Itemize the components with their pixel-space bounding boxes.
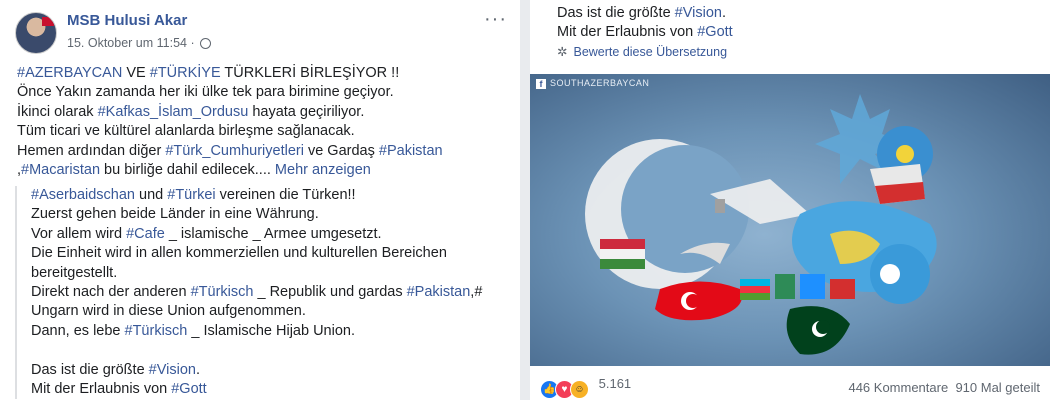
- text-segment: _ Republik und gardas: [253, 284, 407, 301]
- text-line: ,#Macaristan bu birliğe dahil edilecek..…: [17, 161, 512, 180]
- reaction-count[interactable]: 5.161: [599, 376, 632, 391]
- hashtag-link[interactable]: #Türkisch: [125, 323, 188, 339]
- text-line: Zuerst gehen beide Länder in eine Währun…: [31, 205, 521, 224]
- see-more-link[interactable]: Mehr anzeigen: [275, 162, 371, 178]
- post-right-panel: Das ist die größte #Vision. Mit der Erlau…: [530, 0, 1050, 400]
- post-image-map[interactable]: f SOUTHAZERBAYCAN: [530, 74, 1050, 366]
- reactions-summary[interactable]: 👍 ♥ ☺ 5.161: [540, 376, 631, 399]
- text-line: Vor allem wird #Cafe _ islamische _ Arme…: [31, 225, 521, 244]
- text-line: #AZERBAYCAN VE #TÜRKİYE TÜRKLERİ BİRLEŞİ…: [17, 64, 512, 83]
- text-segment: TÜRKLERİ BİRLEŞİYOR !!: [220, 65, 400, 81]
- hashtag-link[interactable]: #Macaristan: [21, 162, 100, 178]
- text-segment: Önce Yakın zamanda her iki ülke tek para…: [17, 84, 394, 101]
- panel-divider: [520, 0, 530, 400]
- translation-body: #Aserbaidschan und #Türkei vereinen die …: [15, 186, 521, 400]
- text-line: [31, 341, 521, 360]
- hashtag-link[interactable]: #Gott: [697, 24, 732, 40]
- text-segment: Dann, es lebe: [31, 322, 125, 339]
- text-segment: Vor allem wird: [31, 225, 127, 242]
- gear-icon: ✲: [557, 45, 568, 59]
- text-line: Das ist die größte #Vision.: [557, 4, 733, 23]
- text-segment: .: [721, 5, 726, 21]
- text-segment: vereinen die Türken!!: [215, 187, 356, 203]
- text-segment: hayata geçiriliyor.: [248, 103, 365, 120]
- post-timestamp[interactable]: 15. Oktober um 11:54 ·: [67, 36, 212, 50]
- text-line: Die Einheit wird in allen kommerziellen …: [31, 244, 521, 263]
- text-segment: İkinci olarak: [17, 103, 98, 120]
- text-segment: Direkt nach der anderen: [31, 284, 191, 301]
- flag-icon: [42, 17, 54, 26]
- text-segment: Das ist die größte: [557, 5, 675, 21]
- text-segment: Mit der Erlaubnis von: [557, 24, 698, 41]
- hashtag-link[interactable]: #Pakistan: [407, 284, 471, 300]
- text-line: İkinci olarak #Kafkas_İslam_Ordusu hayat…: [17, 103, 512, 122]
- hashtag-link[interactable]: #Pakistan: [379, 143, 443, 159]
- text-line: #Aserbaidschan und #Türkei vereinen die …: [31, 186, 521, 205]
- text-line: Direkt nach der anderen #Türkisch _ Repu…: [31, 283, 521, 302]
- rate-translation-label: Bewerte diese Übersetzung: [573, 45, 728, 59]
- text-segment: ve Gardaş: [303, 142, 379, 159]
- hashtag-link[interactable]: #Vision: [149, 362, 196, 378]
- text-segment: ,#: [470, 284, 483, 301]
- rate-translation-link[interactable]: ✲ Bewerte diese Übersetzung: [557, 44, 727, 59]
- text-segment: _ Islamische Hijab Union.: [187, 322, 356, 339]
- globe-icon: [200, 38, 212, 49]
- hashtag-link[interactable]: #Kafkas_İslam_Ordusu: [98, 104, 249, 120]
- author-name[interactable]: MSB Hulusi Akar: [67, 12, 187, 29]
- text-segment: Das ist die größte: [31, 361, 149, 378]
- haha-reaction-icon: ☺: [570, 380, 589, 399]
- hashtag-link[interactable]: #Vision: [675, 5, 722, 21]
- text-line: bereitgestellt.: [31, 264, 521, 283]
- translation-continued: Das ist die größte #Vision. Mit der Erlau…: [557, 4, 733, 43]
- map-illustration: [585, 94, 937, 355]
- hashtag-link[interactable]: #Türkei: [167, 187, 215, 203]
- text-segment: bereitgestellt.: [31, 264, 118, 281]
- image-source-label: SOUTHAZERBAYCAN: [550, 78, 650, 88]
- text-segment: Zuerst gehen beide Länder in eine Währun…: [31, 206, 319, 223]
- text-segment: Ungarn wird in diese Union aufgenommen.: [31, 303, 306, 320]
- more-options-icon[interactable]: ···: [484, 8, 507, 31]
- text-line: Dann, es lebe #Türkisch _ Islamische Hij…: [31, 322, 521, 341]
- text-line: Önce Yakın zamanda her iki ülke tek para…: [17, 83, 512, 102]
- text-segment: _ islamische _ Armee umgesetzt.: [164, 225, 382, 242]
- text-segment: bu birliğe dahil edilecek....: [100, 162, 275, 179]
- text-segment: Hemen ardından diğer: [17, 142, 166, 159]
- text-line: Mit der Erlaubnis von #Gott: [557, 23, 733, 42]
- hashtag-link[interactable]: #Gott: [171, 381, 206, 397]
- post-body: #AZERBAYCAN VE #TÜRKİYE TÜRKLERİ BİRLEŞİ…: [17, 64, 512, 180]
- text-line: Tüm ticari ve kültürel alanlarda birleşm…: [17, 122, 512, 141]
- hashtag-link[interactable]: #TÜRKİYE: [150, 65, 221, 81]
- hashtag-link[interactable]: #Cafe: [126, 226, 165, 242]
- post-left-panel: MSB Hulusi Akar 15. Oktober um 11:54 · ·…: [0, 0, 520, 400]
- post-date[interactable]: 15. Oktober um 11:54 ·: [67, 36, 195, 50]
- text-line: Mit der Erlaubnis von #Gott: [31, 380, 521, 399]
- text-segment: VE: [122, 65, 150, 81]
- text-segment: .: [195, 361, 200, 378]
- hashtag-link[interactable]: #AZERBAYCAN: [17, 65, 122, 81]
- hashtag-link[interactable]: #Türkisch: [191, 284, 254, 300]
- author-avatar[interactable]: [15, 12, 57, 54]
- text-line: Ungarn wird in diese Union aufgenommen.: [31, 302, 521, 321]
- text-segment: Die Einheit wird in allen kommerziellen …: [31, 245, 447, 262]
- text-segment: und: [135, 187, 168, 203]
- text-segment: Tüm ticari ve kültürel alanlarda birleşm…: [17, 123, 355, 140]
- hashtag-link[interactable]: #Türk_Cumhuriyetleri: [165, 143, 304, 159]
- text-segment: Mit der Erlaubnis von: [31, 381, 172, 398]
- text-line: Hemen ardından diğer #Türk_Cumhuriyetler…: [17, 142, 512, 161]
- comments-count[interactable]: 446 Kommentare: [848, 380, 948, 395]
- shares-count[interactable]: 910 Mal geteilt: [955, 380, 1040, 395]
- text-line: Das ist die größte #Vision.: [31, 361, 521, 380]
- engagement-counts: 446 Kommentare 910 Mal geteilt: [848, 380, 1040, 395]
- hashtag-link[interactable]: #Aserbaidschan: [31, 187, 135, 203]
- facebook-icon: f: [536, 79, 546, 89]
